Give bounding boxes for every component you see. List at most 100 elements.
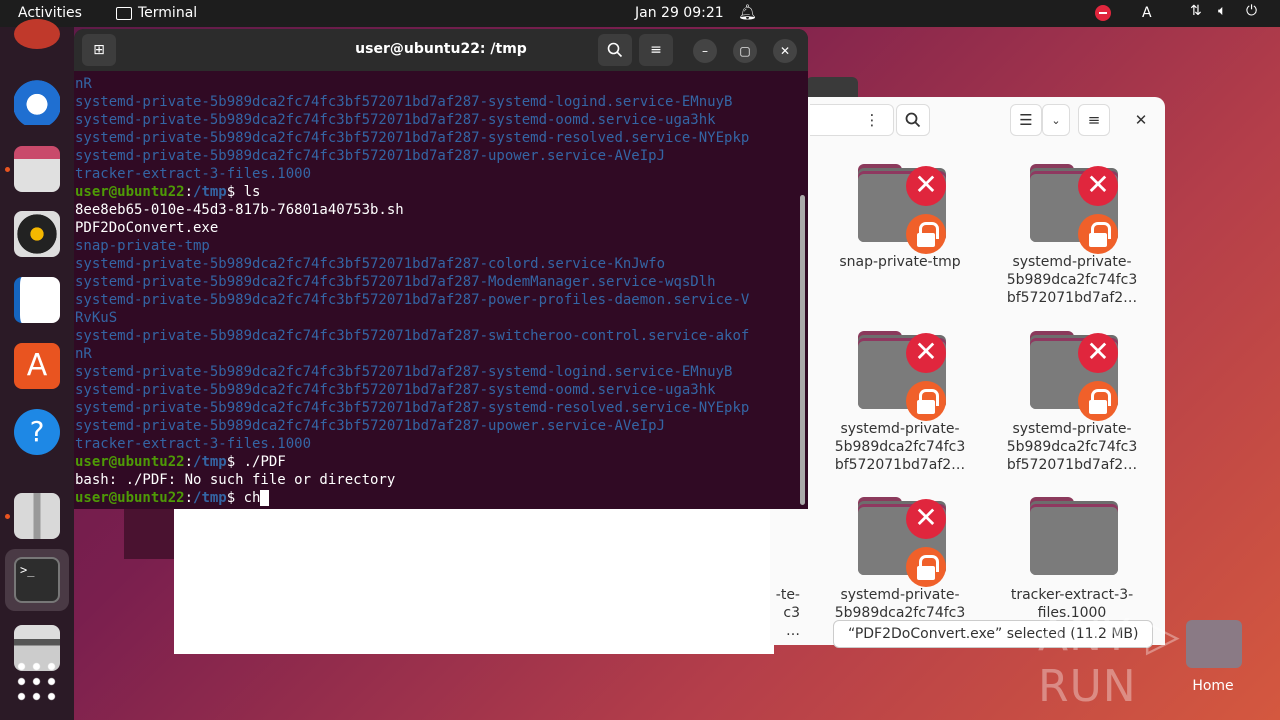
background-window[interactable] — [174, 505, 774, 654]
terminal-output[interactable]: nR systemd-private-5b989dca2fc74fc3bf5720… — [75, 75, 799, 506]
terminal-output-line: PDF2DoConvert.exe — [75, 220, 219, 236]
activities-button[interactable]: Activities — [18, 5, 82, 21]
app-center-icon[interactable]: A — [14, 343, 60, 389]
main-menu-icon[interactable]: ≡ — [1078, 104, 1110, 136]
folder-icon[interactable]: ✕ — [858, 331, 946, 421]
rhythmbox-icon[interactable] — [14, 211, 60, 257]
folder-label[interactable]: systemd-private- 5b989dca2fc74fc3 bf572071… — [830, 420, 970, 474]
lock-emblem-icon — [906, 214, 946, 254]
terminal-output-line: systemd-private-5b989dca2fc74fc3bf572071… — [75, 274, 716, 290]
folder-icon[interactable]: ✕ — [858, 164, 946, 254]
view-options-chevron-down-icon[interactable]: ⌄ — [1042, 104, 1070, 136]
terminal-window[interactable]: ⊞ user@ubuntu22: /tmp ≡ – ▢ ✕ nR systemd-… — [74, 29, 808, 509]
terminal-output-line: systemd-private-5b989dca2fc74fc3bf572071… — [75, 382, 716, 398]
terminal-header-bar: ⊞ user@ubuntu22: /tmp ≡ – ▢ ✕ — [74, 29, 808, 71]
background-window-titlebar — [806, 77, 858, 97]
help-icon[interactable]: ? — [14, 409, 60, 455]
terminal-output-line: RvKuS — [75, 310, 118, 326]
files-icon[interactable] — [14, 146, 60, 192]
folder-icon[interactable]: ✕ — [1030, 331, 1118, 421]
partial-label-line: -te- — [775, 587, 800, 603]
terminal-prompt-line: user@ubuntu22:/tmp$ ls — [75, 183, 799, 201]
prompt-user: user@ubuntu22 — [75, 184, 185, 200]
home-folder-label: Home — [1192, 678, 1234, 694]
prompt-user: user@ubuntu22 — [75, 454, 185, 470]
terminal-output-line: systemd-private-5b989dca2fc74fc3bf572071… — [75, 112, 716, 128]
lock-emblem-icon — [1078, 381, 1118, 421]
lock-emblem-icon — [1078, 214, 1118, 254]
watermark-text: ANY ▷ RUN — [1038, 610, 1181, 712]
maximize-icon[interactable]: ▢ — [733, 39, 757, 63]
top-bar: Activities Terminal Jan 29 09:21 🔔︎ A ⇅ … — [0, 0, 1280, 27]
folder-label-line: systemd-private- — [1012, 254, 1132, 270]
archive-icon[interactable] — [14, 493, 60, 539]
unreadable-emblem-icon: ✕ — [906, 166, 946, 206]
terminal-output-line: systemd-private-5b989dca2fc74fc3bf572071… — [75, 94, 733, 110]
prompt-separator: : — [184, 184, 194, 200]
folder-label-line: bf572071bd7af2… — [1006, 290, 1138, 306]
notification-bell-icon[interactable]: 🔔︎ — [738, 3, 757, 21]
app-name: Terminal — [138, 5, 198, 21]
stop-recording-icon[interactable] — [1095, 5, 1111, 21]
power-icon[interactable]: ⏻ — [1246, 3, 1257, 19]
folder-label-line: 5b989dca2fc74fc3 — [1006, 439, 1138, 455]
terminal-output-line: systemd-private-5b989dca2fc74fc3bf572071… — [75, 328, 750, 344]
unreadable-emblem-icon: ✕ — [906, 499, 946, 539]
minimize-icon[interactable]: – — [693, 39, 717, 63]
close-icon[interactable]: ✕ — [773, 39, 797, 63]
folder-icon[interactable]: ✕ — [858, 497, 946, 587]
folder-label-line: bf572071bd7af2… — [834, 457, 966, 473]
folder-icon[interactable]: ✕ — [1030, 164, 1118, 254]
folder-label[interactable]: systemd-private- 5b989dca2fc74fc3 bf572071… — [1002, 253, 1142, 307]
terminal-output-line: nR — [75, 346, 92, 362]
terminal-output-line: systemd-private-5b989dca2fc74fc3bf572071… — [75, 364, 733, 380]
folder-label-line: 5b989dca2fc74fc3 — [1006, 272, 1138, 288]
terminal-output-line: systemd-private-5b989dca2fc74fc3bf572071… — [75, 148, 666, 164]
terminal-icon[interactable]: >_ — [14, 557, 60, 603]
terminal-scrollbar[interactable] — [800, 195, 805, 505]
prompt-symbol: $ — [226, 490, 236, 506]
ubuntu-circle-icon[interactable] — [14, 19, 60, 49]
prompt-command: ch — [235, 490, 261, 506]
terminal-output-line: tracker-extract-3-files.1000 — [75, 436, 312, 452]
folder-label[interactable]: systemd-private- 5b989dca2fc74fc3 — [830, 586, 970, 622]
lock-emblem-icon — [906, 547, 946, 587]
app-menu[interactable]: Terminal — [116, 5, 197, 21]
background-window-edge — [124, 505, 174, 559]
libreoffice-writer-icon[interactable] — [14, 277, 60, 323]
partial-file-label: -te- c3 … — [750, 586, 800, 640]
thunderbird-icon[interactable] — [14, 79, 60, 125]
menu-icon[interactable]: ≡ — [639, 34, 673, 66]
unreadable-emblem-icon: ✕ — [906, 333, 946, 373]
unreadable-emblem-icon: ✕ — [1078, 333, 1118, 373]
terminal-prompt-line: user@ubuntu22:/tmp$ ./PDF — [75, 453, 799, 471]
folder-label[interactable]: snap-private-tmp — [830, 253, 970, 271]
terminal-output-line: nR — [75, 76, 92, 92]
folder-label[interactable]: systemd-private- 5b989dca2fc74fc3 bf572071… — [1002, 420, 1142, 474]
folder-icon[interactable] — [1030, 497, 1118, 577]
prompt-command: ./PDF — [235, 454, 286, 470]
show-apps-icon[interactable] — [14, 659, 60, 705]
clock[interactable]: Jan 29 09:21 — [635, 5, 724, 21]
terminal-output-line: systemd-private-5b989dca2fc74fc3bf572071… — [75, 418, 666, 434]
prompt-command: ls — [235, 184, 261, 200]
terminal-output-line: bash: ./PDF: No such file or directory — [75, 472, 396, 488]
folder-label-line: snap-private-tmp — [839, 254, 961, 270]
list-view-icon[interactable]: ☰ — [1010, 104, 1042, 136]
terminal-output-line: systemd-private-5b989dca2fc74fc3bf572071… — [75, 130, 750, 146]
keyboard-layout-indicator[interactable]: A — [1142, 5, 1152, 21]
prompt-separator: : — [184, 490, 194, 506]
terminal-output-line: systemd-private-5b989dca2fc74fc3bf572071… — [75, 292, 750, 308]
volume-icon[interactable]: 🔈︎ — [1218, 3, 1226, 19]
network-icon[interactable]: ⇅ — [1190, 3, 1202, 19]
close-icon[interactable]: ✕ — [1126, 104, 1156, 136]
path-menu-icon[interactable]: ⋮ — [856, 104, 888, 136]
lock-emblem-icon — [906, 381, 946, 421]
terminal-output-line: tracker-extract-3-files.1000 — [75, 166, 312, 182]
search-icon[interactable] — [896, 104, 930, 136]
home-folder-icon[interactable] — [1186, 620, 1242, 668]
search-icon[interactable] — [598, 34, 632, 66]
folder-label-line: bf572071bd7af2… — [1006, 457, 1138, 473]
partial-label-line: c3 — [783, 605, 800, 621]
folder-label-line: 5b989dca2fc74fc3 — [834, 439, 966, 455]
